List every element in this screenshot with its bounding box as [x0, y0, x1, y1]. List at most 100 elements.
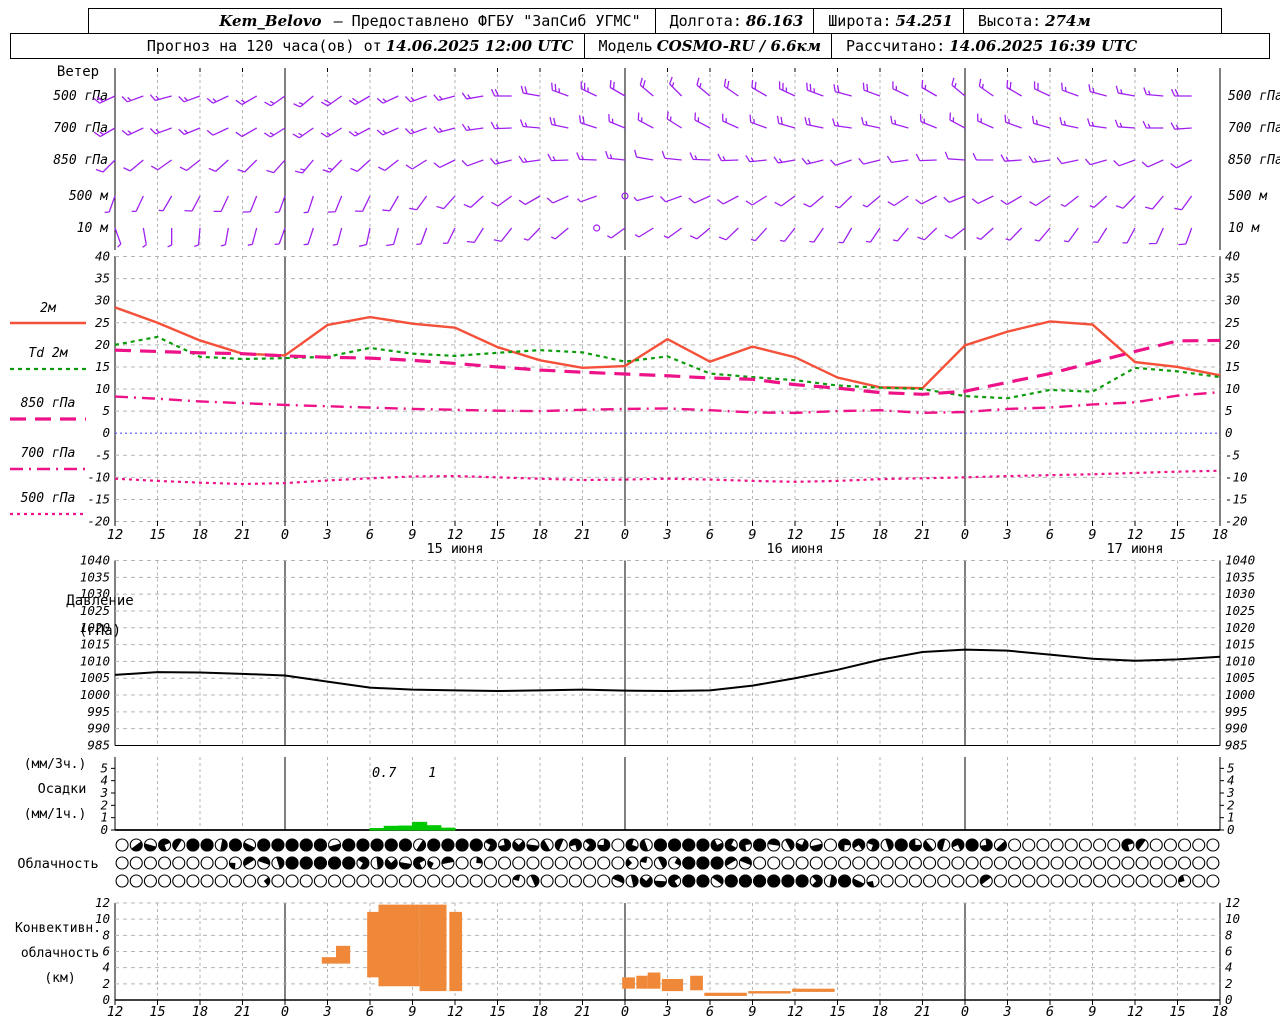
cloud-circle	[937, 874, 951, 888]
cloud-fill	[299, 856, 313, 870]
time-tick-label: 21	[914, 527, 930, 543]
pressure-ytick-right: 1015	[1225, 637, 1255, 652]
cloud-circle	[115, 874, 129, 888]
wind-barb	[1113, 159, 1136, 167]
time-tick-label-bottom: 18	[192, 1004, 208, 1020]
time-tick-label-bottom: 21	[234, 1004, 250, 1020]
cloud-circle	[1192, 856, 1206, 870]
cloud-circle	[554, 856, 568, 870]
cloud-circle	[1206, 874, 1220, 888]
wind-level-label-right: 500 гПа	[1228, 89, 1280, 104]
wind-level-label-right: 700 гПа	[1228, 121, 1280, 136]
wind-barb	[887, 195, 909, 207]
wind-barb	[179, 159, 201, 172]
cloud-fill	[469, 838, 483, 852]
time-tick-label-bottom: 9	[1088, 1004, 1096, 1020]
wind-barb	[838, 227, 853, 244]
cloud-circle	[993, 874, 1007, 888]
convective-cloud-bar	[449, 911, 463, 992]
wind-barb	[327, 195, 343, 213]
wind-barb	[1029, 195, 1051, 207]
wind-barb	[550, 227, 569, 240]
cloud-circle	[398, 874, 412, 888]
wind-barb	[178, 95, 201, 103]
wind-barb	[1033, 81, 1051, 97]
cloud-circle	[1064, 856, 1078, 870]
time-tick-label: 18	[192, 527, 208, 543]
temp-ytick-left: 35	[94, 271, 110, 286]
wind-barb	[1028, 155, 1051, 164]
cloud-fill	[228, 838, 242, 852]
wind-barb	[547, 153, 569, 162]
cloud-circle	[186, 874, 200, 888]
precip-label-3h: (мм/3ч.)	[24, 757, 87, 772]
wind-barb	[832, 118, 852, 129]
wind-barb	[489, 157, 512, 165]
wind-barb	[443, 227, 456, 244]
precip-ytick-right: 5	[1227, 760, 1235, 775]
wind-barb	[123, 159, 144, 172]
wind-barb	[377, 159, 399, 172]
precip-bar	[383, 825, 399, 831]
wind-barb	[1170, 122, 1192, 130]
cloud-circle	[158, 856, 172, 870]
cloud-circle	[1093, 874, 1107, 888]
convective-cloud-bar	[419, 904, 447, 992]
cloud-circle	[923, 856, 937, 870]
legend-label-4: 500 гПа	[21, 491, 76, 506]
cloud-fill	[271, 838, 285, 852]
time-tick-label-bottom: 3	[322, 1004, 331, 1020]
wind-barb	[208, 159, 229, 172]
cloud-circle	[1163, 856, 1177, 870]
cloud-circle	[583, 874, 597, 888]
cloud-circle	[1149, 874, 1163, 888]
cloud-circle	[540, 874, 554, 888]
wind-barb	[639, 77, 654, 97]
wind-barb	[921, 79, 937, 97]
cloud-circle	[1036, 838, 1050, 852]
time-tick-label: 0	[961, 527, 969, 543]
cloud-circle	[1036, 874, 1050, 888]
cloud-fill	[696, 856, 710, 870]
wind-barb	[722, 113, 739, 129]
cloud-circle	[243, 874, 257, 888]
wind-barb	[1084, 158, 1107, 166]
wind-barb	[518, 195, 541, 206]
wind-barb	[977, 113, 994, 129]
time-tick-label-bottom: 6	[706, 1004, 714, 1020]
cloud-fill	[328, 856, 342, 870]
wind-barb	[829, 159, 852, 166]
cloud-circle	[1008, 874, 1022, 888]
temp-ytick-right: -20	[1225, 514, 1248, 529]
wind-barb	[1034, 227, 1051, 242]
wind-barb	[951, 77, 966, 97]
pressure-ytick-left: 1010	[80, 653, 110, 668]
time-tick-label-bottom: 18	[872, 1004, 888, 1020]
wind-barb	[237, 159, 258, 173]
cloud-fill	[682, 874, 696, 888]
wind-barb	[1000, 154, 1022, 162]
temp-ytick-left: 25	[95, 315, 110, 330]
cloud-circle	[1022, 838, 1036, 852]
cloud-circle	[908, 874, 922, 888]
cloud-circle	[1163, 838, 1177, 852]
cloud-circle	[483, 856, 497, 870]
wind-barb	[1174, 195, 1193, 211]
cloud-fill	[781, 874, 795, 888]
wind-barb	[689, 152, 711, 161]
wind-barb	[915, 153, 937, 162]
wind-barb	[436, 195, 456, 210]
wind-barb	[355, 195, 371, 212]
wind-barb	[184, 195, 201, 212]
wind-barb	[688, 195, 711, 204]
wind-barb	[332, 227, 343, 246]
precip-bar	[426, 825, 442, 831]
cloud-circle	[823, 838, 837, 852]
cloud-circle	[313, 874, 327, 888]
cloud-circle	[1078, 856, 1092, 870]
precip-bar	[369, 828, 385, 831]
time-tick-label: 21	[234, 527, 250, 543]
cloud-circle	[894, 856, 908, 870]
cloud-fill	[682, 838, 696, 852]
wind-barb	[461, 92, 484, 100]
